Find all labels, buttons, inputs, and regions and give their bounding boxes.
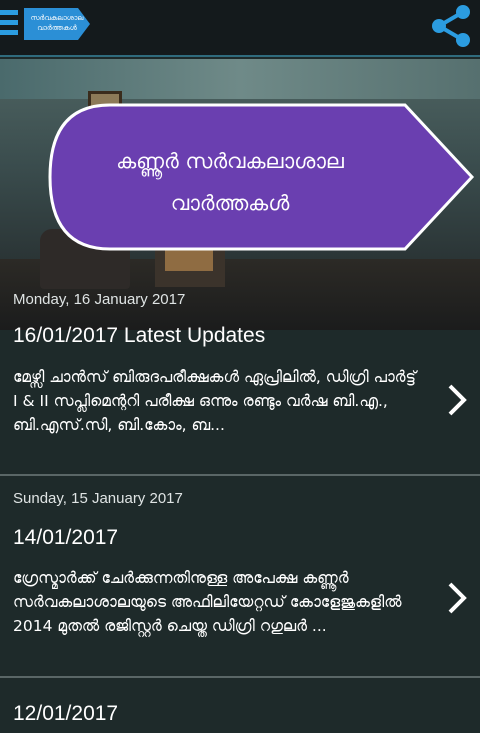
- banner-title-line-1: കണ്ണൂർ സർവകലാശാല: [116, 149, 344, 173]
- chevron-right-icon[interactable]: [444, 578, 470, 618]
- post-date: Monday, 16 January 2017: [13, 291, 186, 308]
- post-date: Sunday, 15 January 2017: [13, 490, 183, 507]
- hamburger-menu-icon[interactable]: [0, 10, 18, 38]
- post-title: 16/01/2017 Latest Updates: [13, 324, 266, 347]
- post-title: 14/01/2017: [13, 526, 119, 549]
- banner-title-line-2: വാർത്തകൾ: [170, 191, 290, 215]
- post-title: 12/01/2017: [13, 702, 119, 725]
- share-icon[interactable]: [426, 2, 474, 50]
- app-logo: സർവകലാശാല വാർത്തകൾ: [24, 8, 94, 40]
- post-item[interactable]: 12/01/2017: [0, 678, 480, 733]
- app-bar: സർവകലാശാല വാർത്തകൾ: [0, 0, 480, 57]
- logo-line-2: വാർത്തകൾ: [37, 24, 77, 32]
- logo-line-1: സർവകലാശാല: [30, 14, 84, 22]
- post-item[interactable]: 16/01/2017 Latest Updates മേഴ്സി ചാൻസ് ബ…: [0, 324, 480, 474]
- post-excerpt: മേഴ്സി ചാൻസ് ബിരുദപരീക്ഷകൾ ഏപ്രിലിൽ, ഡിഗ…: [13, 368, 417, 434]
- post-item[interactable]: Sunday, 15 January 2017 14/01/2017 ഗ്രേസ…: [0, 476, 480, 676]
- chevron-right-icon[interactable]: [444, 380, 470, 420]
- header-banner: കണ്ണൂർ സർവകലാശാല വാർത്തകൾ Monday, 16 Jan…: [0, 59, 480, 330]
- post-excerpt: ഗ്രേസ്മാർക്ക് ചേർക്കുന്നതിനുള്ള അപേക്ഷ ക…: [13, 569, 402, 635]
